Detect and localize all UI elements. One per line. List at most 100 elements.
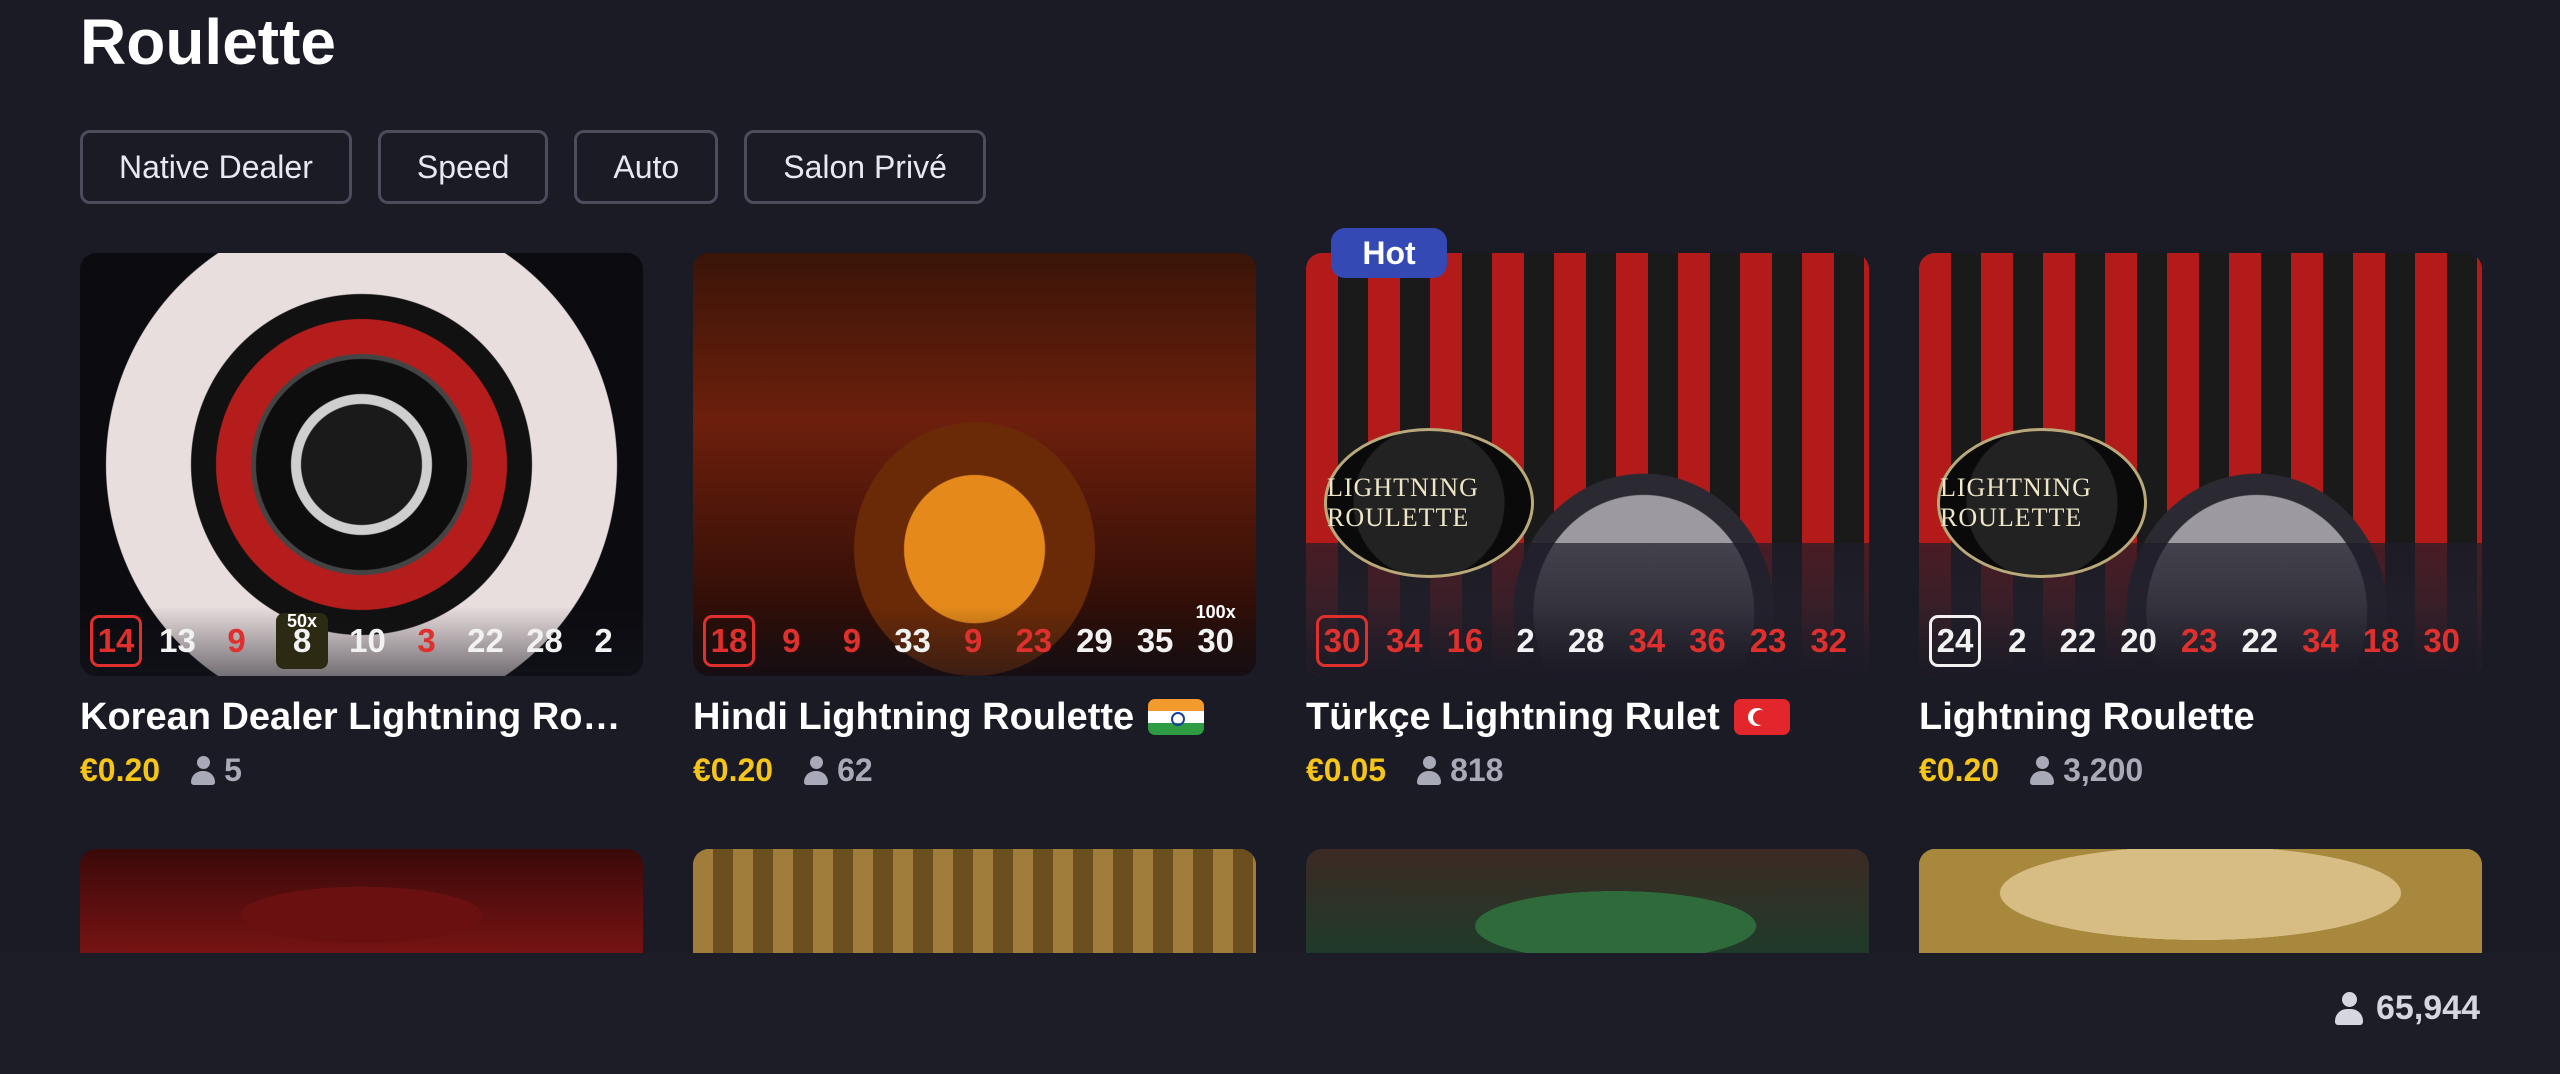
- result-value: 9: [227, 622, 246, 659]
- filter-native-dealer[interactable]: Native Dealer: [80, 130, 352, 204]
- game-thumbnail[interactable]: 18 9 9 33 9 23 29 35 30 100x: [693, 253, 1256, 676]
- game-card[interactable]: [1306, 849, 1869, 959]
- recent-results: 18 9 9 33 9 23 29 35 30 100x: [693, 602, 1256, 676]
- player-count: 3,200: [2029, 752, 2143, 789]
- result-number: 34: [1617, 622, 1678, 660]
- game-title[interactable]: Korean Dealer Lightning Roul...: [80, 694, 643, 740]
- game-card[interactable]: [80, 849, 643, 959]
- result-value: 22: [2059, 622, 2097, 659]
- multiplier-label: 50x: [286, 611, 318, 631]
- result-number: 20: [2108, 622, 2169, 660]
- min-bet: €0.05: [1306, 752, 1387, 788]
- result-value: 30: [1197, 622, 1235, 659]
- result-value: 34: [1628, 622, 1666, 659]
- result-value: 30: [2423, 622, 2461, 659]
- game-thumbnail[interactable]: LIGHTNING ROULETTE 24 2 22 20 23 22 34 18 30: [1919, 253, 2482, 676]
- game-card[interactable]: Hot LIGHTNING ROULETTE 30 34 16 2 28 34 36 23 32…: [1306, 228, 1869, 789]
- game-thumbnail[interactable]: [693, 849, 1256, 959]
- game-thumbnail[interactable]: [1306, 849, 1869, 959]
- game-card[interactable]: 14 13 9 8 50x 10 3 22 28 2 Korean Dealer Lightnin…: [80, 253, 643, 789]
- latest-result: 24: [1929, 615, 1981, 667]
- result-value: 23: [2180, 622, 2218, 659]
- result-value: 18: [710, 622, 748, 659]
- game-preview-image: [1919, 849, 2482, 959]
- game-meta: €0.20 62: [693, 752, 1256, 789]
- result-value: 30: [1323, 622, 1361, 659]
- result-value: 2: [594, 622, 613, 659]
- result-value: 10: [349, 622, 386, 659]
- result-number: 18: [2351, 622, 2412, 660]
- total-online-value: 65,944: [2376, 989, 2480, 1027]
- player-count: 62: [803, 752, 873, 789]
- result-number: 8 50x: [276, 611, 328, 669]
- game-card[interactable]: LIGHTNING ROULETTE 24 2 22 20 23 22 34 18 30 Lig…: [1919, 253, 2482, 789]
- player-count-value: 3,200: [2063, 752, 2144, 788]
- game-card[interactable]: 18 9 9 33 9 23 29 35 30 100x Hindi Lightning Roul…: [693, 253, 1256, 789]
- result-number: 9: [207, 622, 266, 660]
- result-number: 10: [338, 622, 397, 660]
- result-value: 33: [894, 622, 931, 659]
- result-number: 16: [1435, 622, 1496, 660]
- filter-speed[interactable]: Speed: [377, 130, 549, 204]
- recent-results: 24 2 22 20 23 22 34 18 30: [1919, 606, 2482, 676]
- result-value: 28: [526, 622, 563, 659]
- game-thumbnail[interactable]: [1919, 849, 2482, 959]
- result-number: 28: [515, 622, 574, 660]
- result-number: 34: [1374, 622, 1435, 660]
- result-number: 28: [1556, 622, 1617, 660]
- result-number: 30: [2411, 622, 2472, 660]
- game-title[interactable]: Türkçe Lightning Rulet: [1306, 694, 1869, 740]
- lightning-roulette-logo: LIGHTNING ROULETTE: [1937, 428, 2147, 578]
- game-thumbnail[interactable]: 14 13 9 8 50x 10 3 22 28 2: [80, 253, 643, 676]
- result-number: 22: [2048, 622, 2109, 660]
- game-grid: 14 13 9 8 50x 10 3 22 28 2 Korean Dealer Lightnin…: [80, 228, 2482, 959]
- result-value: 34: [2302, 622, 2339, 659]
- result-number: 9: [761, 622, 822, 660]
- result-number: 9: [943, 622, 1004, 660]
- result-value: 34: [1385, 622, 1423, 659]
- game-title[interactable]: Lightning Roulette: [1919, 694, 2482, 740]
- game-card[interactable]: [1919, 849, 2482, 959]
- player-count-value: 62: [837, 752, 873, 788]
- person-icon: [190, 755, 216, 786]
- person-icon: [2334, 991, 2364, 1026]
- result-value: 20: [2120, 622, 2157, 659]
- game-card[interactable]: [693, 849, 1256, 959]
- game-title-text: Korean Dealer Lightning Roul...: [80, 696, 643, 738]
- result-number: 9: [822, 622, 883, 660]
- game-preview-image: [693, 849, 1256, 959]
- result-number: 23: [1738, 622, 1799, 660]
- result-value: 22: [467, 622, 504, 659]
- game-meta: €0.20 3,200: [1919, 752, 2482, 789]
- game-thumbnail[interactable]: [80, 849, 643, 959]
- filter-salon-prive[interactable]: Salon Privé: [744, 130, 986, 204]
- result-value: 2: [2008, 622, 2027, 659]
- latest-result: 30: [1316, 615, 1368, 667]
- result-value: 18: [2362, 622, 2400, 659]
- game-thumbnail[interactable]: LIGHTNING ROULETTE 30 34 16 2 28 34 36 23 32: [1306, 253, 1869, 676]
- person-icon: [2029, 755, 2055, 786]
- result-value: 2: [1516, 622, 1535, 659]
- result-value: 14: [97, 622, 135, 659]
- min-bet: €0.20: [693, 752, 774, 788]
- result-value: 9: [964, 622, 983, 659]
- player-count-value: 5: [224, 752, 242, 788]
- result-value: 16: [1446, 622, 1484, 659]
- result-number: 13: [148, 622, 207, 660]
- game-title[interactable]: Hindi Lightning Roulette: [693, 694, 1256, 740]
- filter-auto[interactable]: Auto: [574, 130, 719, 204]
- total-online: 65,944: [2334, 989, 2480, 1028]
- game-preview-image: [1306, 849, 1869, 959]
- game-title-text: Lightning Roulette: [1919, 696, 2255, 738]
- india-flag-icon: [1148, 699, 1205, 735]
- game-preview-image: [80, 849, 643, 959]
- filter-chips: Native Dealer Speed Auto Salon Privé: [80, 130, 986, 204]
- bottom-bar: [0, 953, 2560, 1074]
- game-title-text: Türkçe Lightning Rulet: [1306, 696, 1720, 738]
- result-value: 36: [1689, 622, 1726, 659]
- result-number: 22: [456, 622, 515, 660]
- game-meta: €0.05 818: [1306, 752, 1869, 789]
- result-number: 35: [1125, 622, 1186, 660]
- game-meta: €0.20 5: [80, 752, 643, 789]
- min-bet: €0.20: [80, 752, 161, 788]
